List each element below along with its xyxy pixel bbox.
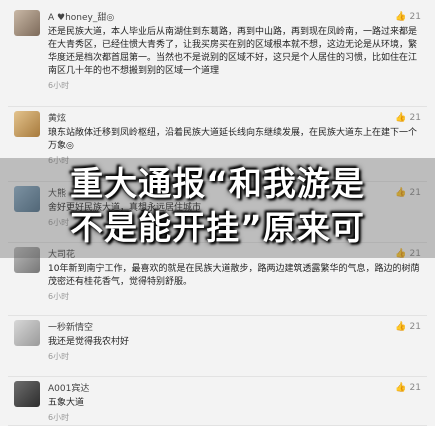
like-count: 21 bbox=[409, 383, 421, 393]
thumbs-up-icon: 👍 bbox=[395, 322, 407, 332]
comment-username[interactable]: A001宾达 bbox=[48, 379, 423, 396]
comment-time: 6小时 bbox=[48, 413, 70, 422]
avatar[interactable] bbox=[14, 111, 40, 137]
comment-item: A ♥honey_甜◎ 👍 21 还是民族大道，本人毕业后从南湖住到东葛路，再到中… bbox=[8, 6, 427, 107]
comment-time: 6小时 bbox=[48, 292, 70, 301]
comment-item: 一秒新情空 👍 21 我还是觉得我农村好 6小时 bbox=[8, 316, 427, 377]
thumbs-up-icon: 👍 bbox=[395, 12, 407, 22]
comment-item: A001宾达 👍 21 五象大道 6小时 bbox=[8, 377, 427, 426]
avatar[interactable] bbox=[14, 320, 40, 346]
like-count: 21 bbox=[409, 12, 421, 22]
like-button[interactable]: 👍 21 bbox=[395, 383, 421, 393]
comment-time: 6小时 bbox=[48, 352, 70, 361]
overlay-headline: 重大通报“和我游是 不是能开挂”原来可 bbox=[0, 162, 435, 250]
like-count: 21 bbox=[409, 113, 421, 123]
comment-text: 还是民族大道，本人毕业后从南湖住到东葛路，再到中山路，再到现在凤岭南，一路过来都… bbox=[48, 27, 418, 76]
comment-text: 五象大道 bbox=[48, 398, 85, 408]
overlay-line-2: 不是能开挂”原来可 bbox=[70, 208, 365, 247]
avatar[interactable] bbox=[14, 381, 40, 407]
like-button[interactable]: 👍 21 bbox=[395, 12, 421, 22]
comment-username[interactable]: 黄炫 bbox=[48, 109, 423, 126]
thumbs-up-icon: 👍 bbox=[395, 113, 407, 123]
comment-text: 琅东站敞体迁移到凤岭枢纽，沿着民族大道延长线向东继续发展，在民族大道东上在建下一… bbox=[48, 128, 418, 151]
overlay-line-1: 重大通报“和我游是 bbox=[70, 164, 365, 203]
comment-username[interactable]: A ♥honey_甜◎ bbox=[48, 8, 423, 25]
comment-time: 6小时 bbox=[48, 81, 70, 90]
comment-text: 10年新到南宁工作，最喜欢的就是在民族大道散步，路两边建筑透露繁华的气息，路边的… bbox=[48, 264, 420, 287]
like-count: 21 bbox=[409, 322, 421, 332]
like-button[interactable]: 👍 21 bbox=[395, 322, 421, 332]
thumbs-up-icon: 👍 bbox=[395, 383, 407, 393]
like-button[interactable]: 👍 21 bbox=[395, 113, 421, 123]
comment-username[interactable]: 一秒新情空 bbox=[48, 318, 423, 335]
comment-text: 我还是觉得我农村好 bbox=[48, 337, 130, 347]
avatar[interactable] bbox=[14, 10, 40, 36]
